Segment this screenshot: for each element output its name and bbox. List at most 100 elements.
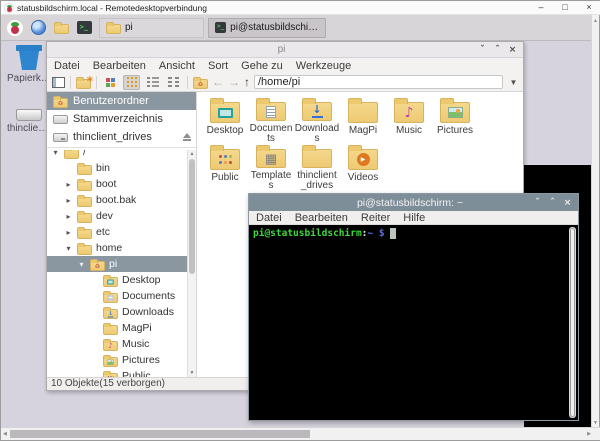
fm-menu-datei[interactable]: Datei [54,60,80,72]
forward-icon[interactable]: → [228,75,240,89]
new-folder-icon[interactable] [76,79,91,89]
folder-icon [348,102,378,123]
fm-menu-bearbeiten[interactable]: Bearbeiten [93,60,146,72]
up-icon[interactable]: ↑ [244,75,250,89]
place-benutzerordner[interactable]: Benutzerordner [47,92,196,110]
expander-open-icon[interactable]: ▾ [64,244,73,253]
maximize-button[interactable]: ˆ [491,43,504,57]
tree-item-downloads[interactable]: Downloads [47,304,187,320]
close-button[interactable]: × [506,43,519,57]
desktop-emblem-icon [107,279,114,284]
home-button[interactable] [193,79,208,89]
terminal-menu-hilfe[interactable]: Hilfe [403,212,425,224]
terminal-content[interactable]: pi@statusbildschirm:~ $ [249,225,578,420]
fm-menu-ansicht[interactable]: Ansicht [159,60,195,72]
browser-launcher[interactable] [29,18,47,38]
expander-open-icon[interactable]: ▾ [77,260,86,269]
file-pictures[interactable]: Pictures [432,97,478,144]
fm-menu-gehe-zu[interactable]: Gehe zu [241,60,283,72]
file-magpi[interactable]: MagPi [340,97,386,144]
maximize-button[interactable]: □ [553,1,577,14]
file-videos[interactable]: Videos [340,144,386,191]
thumbnail-view-icon [106,78,115,87]
scroll-up-icon[interactable]: ▲ [188,151,196,157]
rdp-horizontal-scrollbar[interactable]: ◀ ▶ [1,427,600,440]
desktop-icon-thinclient-drives[interactable]: thinclient_drives [7,101,51,134]
place-stammverzeichnis[interactable]: Stammverzeichnis [47,110,196,128]
thumbnail-view-button[interactable] [102,75,119,90]
desktop-folder-icon [103,277,118,287]
terminal-launcher[interactable] [75,18,93,38]
tree-item-magpi[interactable]: MagPi [47,320,187,336]
tree-item-label: Pictures [122,354,160,366]
file-manager-launcher[interactable] [52,18,70,38]
file-public[interactable]: Public [202,144,248,191]
tree-item-public[interactable]: Public [47,368,187,377]
tree-item-documents[interactable]: Documents [47,288,187,304]
tree-item-label: etc [96,226,110,238]
back-icon[interactable]: ← [212,75,224,89]
path-input[interactable] [254,75,503,89]
file-downloads[interactable]: Downloads [294,97,340,144]
close-button[interactable]: × [577,1,600,14]
place-thinclient-drives[interactable]: thinclient_drives [47,128,196,146]
tree-scrollbar[interactable]: ▲ ▼ [187,150,196,377]
tree-item-desktop[interactable]: Desktop [47,272,187,288]
shade-button[interactable]: ˇ [476,43,489,57]
expander-closed-icon[interactable]: ▸ [64,212,73,221]
compact-view-button[interactable] [165,75,182,90]
expander-closed-icon[interactable]: ▸ [64,196,73,205]
terminal-titlebar[interactable]: pi@statusbildschirm: ~ ˇ ˆ × [249,194,578,211]
tree-item-pictures[interactable]: Pictures [47,352,187,368]
file-manager-titlebar[interactable]: pi ˇ ˆ × [47,42,523,58]
terminal-scrollbar[interactable] [569,227,576,418]
minimize-button[interactable]: – [529,1,553,14]
expander-closed-icon[interactable]: ▸ [64,180,73,189]
videos-folder-icon [348,149,378,170]
list-view-button[interactable] [144,75,161,90]
file-documents[interactable]: Documents [248,97,294,144]
tree-item-[interactable]: ▾/ [47,150,187,160]
terminal-menu-datei[interactable]: Datei [256,212,282,224]
fm-menu-werkzeuge[interactable]: Werkzeuge [296,60,351,72]
scroll-down-icon[interactable]: ▼ [188,370,196,376]
public-folder-icon [103,373,118,378]
terminal-menu-bearbeiten[interactable]: Bearbeiten [295,212,348,224]
new-window-icon[interactable] [52,77,65,88]
scroll-right-icon[interactable]: ▶ [587,431,591,437]
tree-item-label: boot [96,178,116,190]
icon-view-button[interactable] [123,75,140,90]
scroll-left-icon[interactable]: ◀ [3,431,7,437]
tree-item-pi[interactable]: ▾pi [47,256,187,272]
expander-closed-icon[interactable]: ▸ [64,228,73,237]
tree-item-boot[interactable]: ▸ boot [47,176,187,192]
rdp-vertical-scrollbar[interactable]: ▲ ▼ [591,15,599,429]
terminal-menu-reiter[interactable]: Reiter [361,212,390,224]
file-thinclient-drives[interactable]: thinclient_drives [294,144,340,191]
file-music[interactable]: Music [386,97,432,144]
scroll-down-icon[interactable]: ▼ [592,420,599,426]
menu-launcher[interactable] [6,18,24,38]
scroll-thumb[interactable] [189,159,195,274]
taskbar-button-pi[interactable]: pi [99,18,204,38]
tree-item-bin[interactable]: bin [47,160,187,176]
file-label: Documents [249,124,294,144]
tree-item-boot-bak[interactable]: ▸boot.bak [47,192,187,208]
tree-item-dev[interactable]: ▸dev [47,208,187,224]
shade-button[interactable]: ˇ [531,196,544,210]
scroll-up-icon[interactable]: ▲ [592,18,599,24]
tree-item-home[interactable]: ▾home [47,240,187,256]
taskbar-button-pi-statusbildschirm[interactable]: pi@statusbildschirm: ... [208,18,326,38]
close-button[interactable]: × [561,196,574,210]
tree-item-etc[interactable]: ▸ etc [47,224,187,240]
scroll-thumb[interactable] [10,430,310,438]
expander-open-icon[interactable]: ▾ [51,150,60,157]
fm-menu-sort[interactable]: Sort [208,60,228,72]
maximize-button[interactable]: ˆ [546,196,559,210]
desktop-icon-papierkorb[interactable]: Papierkorb [7,45,51,84]
file-templates[interactable]: Templates [248,144,294,191]
path-dropdown-icon[interactable]: ▼ [507,78,520,87]
tree-item-music[interactable]: Music [47,336,187,352]
eject-icon[interactable] [182,133,192,142]
file-desktop[interactable]: Desktop [202,97,248,144]
